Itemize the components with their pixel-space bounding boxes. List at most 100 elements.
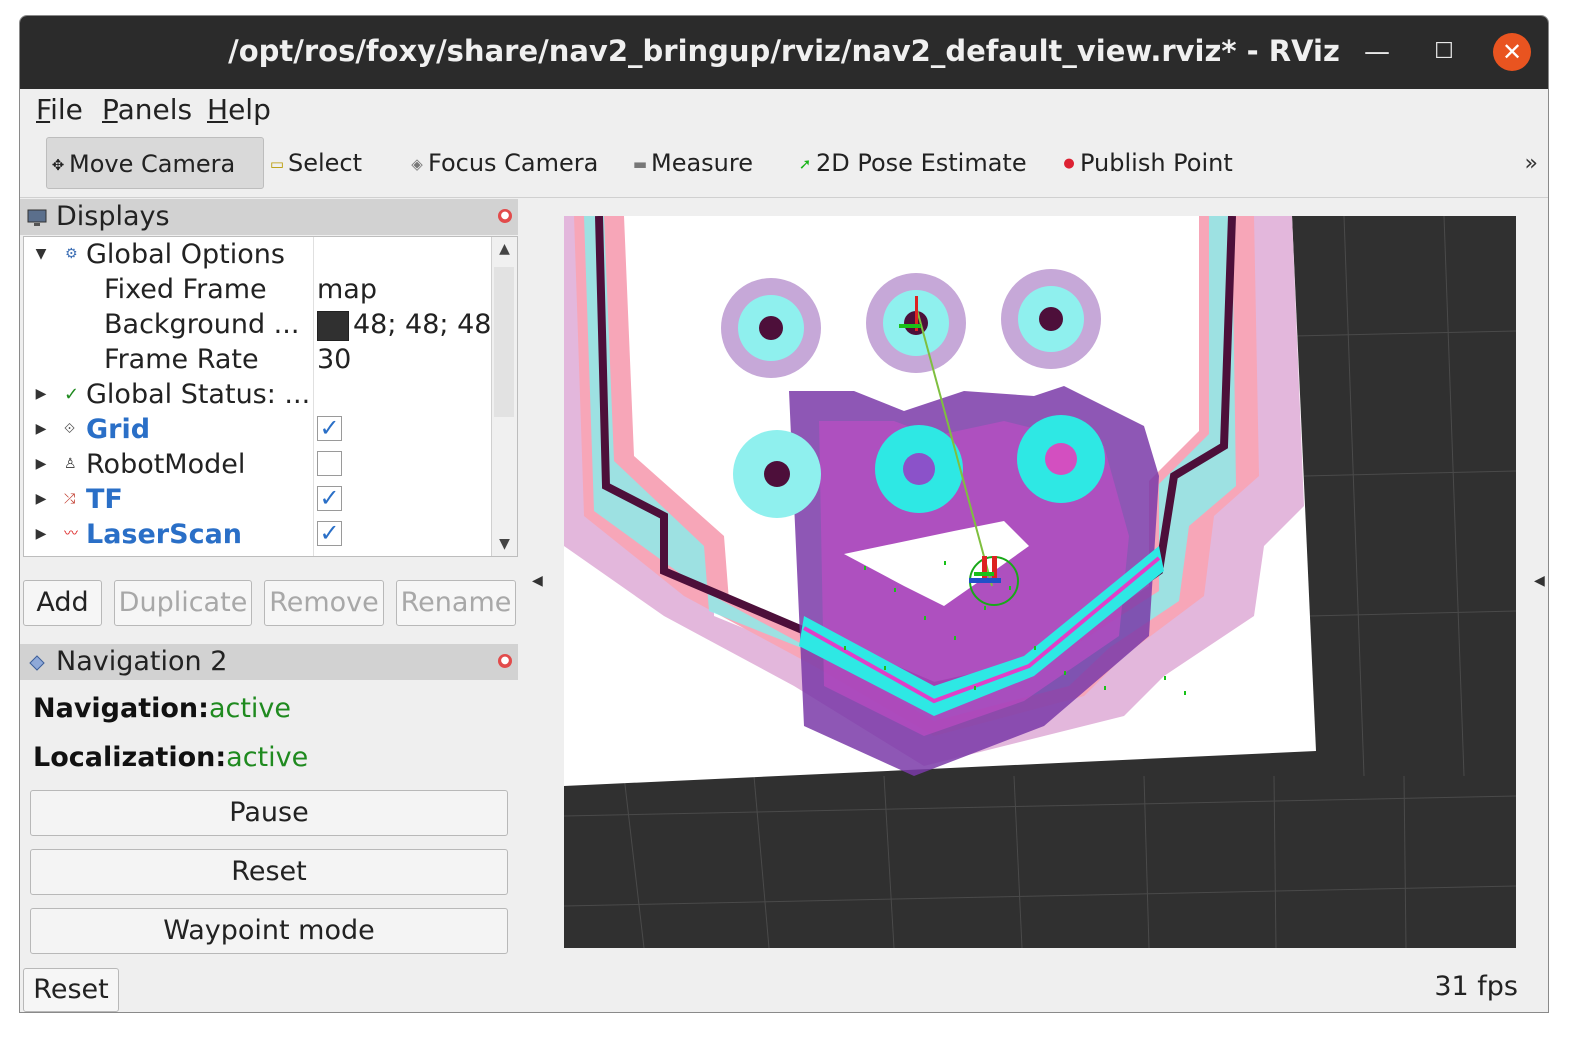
tool-publish-point[interactable]: ● Publish Point (1060, 137, 1233, 189)
frame-rate-value[interactable]: 30 (317, 342, 351, 377)
add-button[interactable]: Add (23, 580, 102, 626)
toolbar-overflow-button[interactable]: » (1525, 151, 1538, 176)
fixed-frame-value[interactable]: map (317, 272, 377, 307)
tool-move-camera[interactable]: ✥ Move Camera (46, 137, 264, 189)
focus-camera-icon: ◈ (411, 155, 423, 173)
grid-checkbox[interactable]: ✓ (317, 416, 342, 441)
tree-row-background[interactable]: Background ... 48; 48; 48 (24, 307, 494, 342)
tree-label: Grid (86, 414, 151, 445)
obstacle-rings-top (721, 269, 1101, 378)
tree-row-laser-scan[interactable]: ▶ 〰 LaserScan ✓ (24, 517, 494, 552)
status-reset-button[interactable]: Reset (23, 968, 119, 1012)
tree-label: TF (86, 484, 123, 515)
close-panel-icon[interactable]: ● (498, 209, 512, 223)
robot-model-checkbox[interactable] (317, 451, 342, 476)
tree-row-grid[interactable]: ▶ ⟐ Grid ✓ (24, 412, 494, 447)
close-button[interactable]: ✕ (1493, 33, 1531, 71)
minimize-button[interactable]: — (1358, 33, 1396, 71)
background-color-value[interactable]: 48; 48; 48 (317, 307, 491, 342)
menu-bar: File Panels Help (20, 89, 1548, 129)
close-panel-icon[interactable]: ● (498, 654, 512, 668)
navigation-status-value: active (208, 693, 292, 724)
maximize-button[interactable]: ☐ (1425, 33, 1463, 71)
tree-label: Fixed Frame (104, 274, 267, 305)
scroll-down-icon[interactable]: ▼ (492, 536, 517, 552)
map-render (564, 216, 1516, 948)
localization-status-label: Localization: (33, 742, 227, 773)
menu-help-accel: H (207, 93, 229, 126)
menu-help[interactable]: Help (207, 93, 271, 126)
displays-tree: ▼ ⚙ Global Options Fixed Frame map Backg… (23, 236, 518, 557)
menu-file-accel: F (36, 93, 51, 126)
duplicate-button[interactable]: Duplicate (114, 580, 252, 626)
title-bar: /opt/ros/foxy/share/nav2_bringup/rviz/na… (20, 16, 1548, 89)
navigation-status-label: Navigation: (33, 693, 209, 724)
nav2-diamond-icon (29, 654, 45, 671)
laser-scan-icon: 〰 (64, 526, 78, 542)
expand-arrow-icon[interactable]: ▼ (33, 237, 49, 272)
laser-scan-checkbox[interactable]: ✓ (317, 521, 342, 546)
collapse-arrow-icon[interactable]: ▶ (33, 377, 49, 412)
tree-label: LaserScan (86, 519, 243, 550)
tree-row-global-options[interactable]: ▼ ⚙ Global Options (24, 237, 494, 272)
rename-button[interactable]: Rename (396, 580, 516, 626)
tool-move-camera-label: Move Camera (69, 150, 236, 178)
tool-measure[interactable]: ▬ Measure (631, 137, 753, 189)
splitter-collapse-left-icon[interactable]: ◀ (532, 573, 543, 589)
tree-label: RobotModel (86, 449, 246, 480)
tree-row-frame-rate[interactable]: Frame Rate 30 (24, 342, 494, 377)
collapse-arrow-icon[interactable]: ▶ (33, 447, 49, 482)
menu-help-label: elp (228, 93, 271, 126)
tree-label: Global Status: ... (86, 379, 311, 410)
waypoint-mode-button[interactable]: Waypoint mode (30, 908, 508, 954)
color-swatch (317, 310, 349, 341)
pause-button[interactable]: Pause (30, 790, 508, 836)
menu-file-label: ile (50, 93, 83, 126)
rviz-window: /opt/ros/foxy/share/nav2_bringup/rviz/na… (19, 15, 1549, 1013)
menu-panels-accel: P (102, 93, 118, 126)
tool-focus-camera-label: Focus Camera (428, 149, 599, 177)
tree-row-fixed-frame[interactable]: Fixed Frame map (24, 272, 494, 307)
nav-reset-button[interactable]: Reset (30, 849, 508, 895)
localization-status-value: active (226, 742, 309, 773)
tree-row-tf[interactable]: ▶ ⤮ TF ✓ (24, 482, 494, 517)
tool-select[interactable]: ▭ Select (268, 137, 362, 189)
navigation-status: Navigation:active (33, 693, 291, 724)
tool-2d-pose-estimate-label: 2D Pose Estimate (816, 149, 1027, 177)
tree-row-robot-model[interactable]: ▶ ♙ RobotModel (24, 447, 494, 482)
displays-scrollbar[interactable]: ▲ ▼ (491, 237, 517, 556)
collapse-arrow-icon[interactable]: ▶ (33, 412, 49, 447)
tree-row-global-status[interactable]: ▶ ✓ Global Status: ... (24, 377, 494, 412)
collapse-arrow-icon[interactable]: ▶ (33, 482, 49, 517)
displays-panel-header: Displays ● (20, 199, 518, 235)
remove-button[interactable]: Remove (264, 580, 384, 626)
tf-checkbox[interactable]: ✓ (317, 486, 342, 511)
measure-icon: ▬ (632, 155, 648, 173)
render-viewport[interactable] (564, 216, 1516, 948)
select-icon: ▭ (269, 155, 285, 173)
scrollbar-thumb[interactable] (494, 267, 514, 417)
tree-label: Global Options (86, 239, 285, 270)
pose-estimate-icon: ➚ (798, 155, 812, 173)
grid-icon: ⟐ (64, 421, 76, 437)
tree-label: Frame Rate (104, 344, 259, 375)
tree-label: Background ... (104, 309, 300, 340)
nav2-panel-title: Navigation 2 (56, 646, 228, 677)
menu-panels[interactable]: Panels (102, 93, 192, 126)
fps-counter: 31 fps (1434, 971, 1518, 1002)
displays-panel-title: Displays (56, 201, 170, 232)
scroll-up-icon[interactable]: ▲ (492, 241, 517, 257)
menu-file[interactable]: File (36, 93, 83, 126)
nav2-panel-header: Navigation 2 ● (20, 644, 518, 680)
tool-2d-pose-estimate[interactable]: ➚ 2D Pose Estimate (796, 137, 1027, 189)
monitor-icon (27, 209, 47, 226)
splitter-collapse-right-icon[interactable]: ◀ (1534, 573, 1545, 589)
robot-model-icon: ♙ (64, 456, 77, 472)
collapse-arrow-icon[interactable]: ▶ (33, 517, 49, 552)
tool-focus-camera[interactable]: ◈ Focus Camera (408, 137, 598, 189)
menu-panels-label: anels (117, 93, 193, 126)
tool-publish-point-label: Publish Point (1080, 149, 1233, 177)
status-ok-icon: ✓ (64, 384, 80, 405)
background-color-text: 48; 48; 48 (353, 309, 492, 340)
move-camera-icon: ✥ (51, 156, 65, 174)
